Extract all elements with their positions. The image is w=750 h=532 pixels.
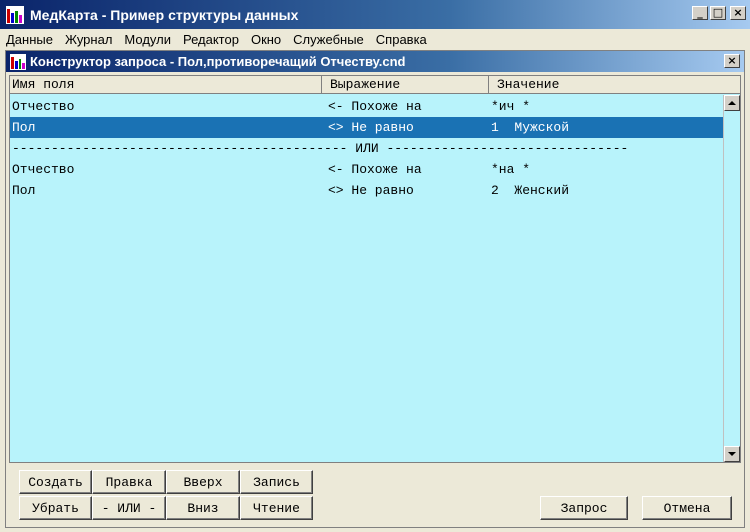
arrow-down-icon	[728, 452, 736, 456]
child-close-button[interactable]: ×	[724, 54, 740, 68]
menu-bar: Данные Журнал Модули Редактор Окно Служе…	[0, 29, 750, 49]
scroll-up-button[interactable]	[724, 95, 740, 111]
menu-journal[interactable]: Журнал	[65, 32, 112, 47]
cancel-button[interactable]: Отмена	[642, 496, 732, 520]
app-title: МедКарта - Пример структуры данных	[30, 6, 299, 23]
table-row-selected[interactable]: Пол <> Не равно 1 Мужской	[10, 117, 724, 138]
menu-modules[interactable]: Модули	[124, 32, 171, 47]
document-bars-icon	[10, 53, 26, 70]
cell-expression: <> Не равно	[328, 120, 414, 135]
cell-value: *ич *	[491, 99, 531, 114]
remove-button[interactable]: Убрать	[19, 496, 92, 520]
table-row[interactable]: Пол <> Не равно 2 Женский	[10, 180, 724, 201]
table-row[interactable]: Отчество <- Похоже на *на *	[10, 159, 724, 180]
cell-value: *на *	[491, 162, 531, 177]
close-button[interactable]: ×	[730, 6, 746, 20]
arrow-up-icon	[728, 101, 736, 105]
cell-expression: <- Похоже на	[328, 162, 422, 177]
menu-service[interactable]: Служебные	[293, 32, 364, 47]
minimize-button[interactable]: _	[692, 6, 708, 20]
move-down-button[interactable]: Вниз	[166, 496, 240, 520]
child-titlebar: Конструктор запроса - Пол,противоречащий…	[6, 51, 744, 72]
cell-expression: <- Похоже на	[328, 99, 422, 114]
app-titlebar: МедКарта - Пример структуры данных _ □ ×	[0, 0, 750, 29]
query-builder-window: Конструктор запроса - Пол,противоречащий…	[5, 50, 745, 528]
scroll-down-button[interactable]	[724, 446, 740, 462]
cell-field: Отчество	[12, 99, 75, 114]
column-header-field[interactable]: Имя поля	[10, 76, 322, 94]
menu-data[interactable]: Данные	[6, 32, 53, 47]
vertical-scrollbar[interactable]	[723, 95, 740, 462]
cell-expression: <> Не равно	[328, 183, 414, 198]
move-up-button[interactable]: Вверх	[166, 470, 240, 494]
child-title: Конструктор запроса - Пол,противоречащий…	[30, 54, 406, 69]
column-header-expression[interactable]: Выражение	[322, 76, 489, 94]
query-button[interactable]: Запрос	[540, 496, 628, 520]
cell-value: 2 Женский	[491, 183, 570, 198]
or-button[interactable]: - ИЛИ -	[92, 496, 166, 520]
menu-editor[interactable]: Редактор	[183, 32, 239, 47]
cell-value: 1 Мужской	[491, 120, 570, 135]
read-button[interactable]: Чтение	[240, 496, 313, 520]
cell-field: Отчество	[12, 162, 75, 177]
cell-field: Пол	[12, 120, 36, 135]
or-divider-row[interactable]: ----------------------------------------…	[10, 138, 724, 159]
column-header-value[interactable]: Значение	[489, 76, 740, 94]
menu-window[interactable]: Окно	[251, 32, 281, 47]
cell-field: Пол	[12, 183, 36, 198]
app-bars-icon	[6, 5, 24, 24]
table-row[interactable]: Отчество <- Похоже на *ич *	[10, 96, 724, 117]
conditions-grid[interactable]: Имя поля Выражение Значение Отчество <- …	[9, 75, 741, 463]
save-button[interactable]: Запись	[240, 470, 313, 494]
edit-button[interactable]: Правка	[92, 470, 166, 494]
create-button[interactable]: Создать	[19, 470, 92, 494]
menu-help[interactable]: Справка	[376, 32, 427, 47]
maximize-button[interactable]: □	[710, 6, 726, 20]
grid-header: Имя поля Выражение Значение	[10, 76, 740, 94]
